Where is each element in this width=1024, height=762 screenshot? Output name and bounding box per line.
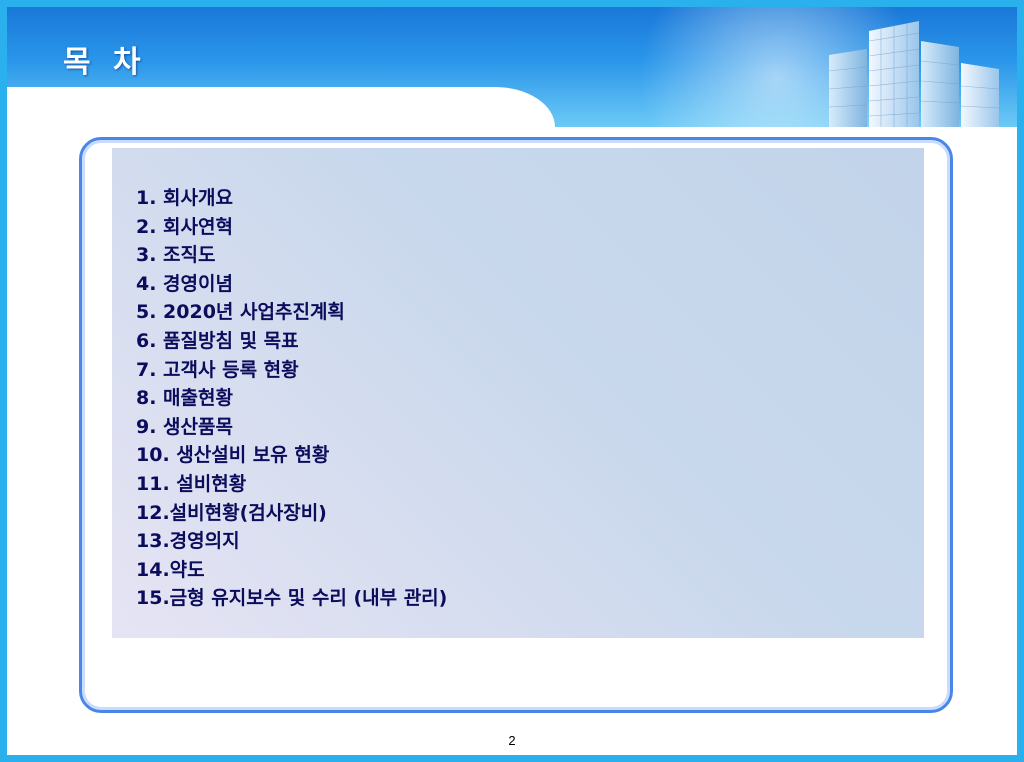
toc-item: 9. 생산품목 [136,415,233,438]
toc-item: 6. 품질방침 및 목표 [136,329,299,352]
toc-item: 5. 2020년 사업추진계획 [136,301,345,324]
toc-item: 12.설비현황(검사장비) [136,501,327,524]
header-curve [7,87,555,127]
toc-item: 13.경영의지 [136,530,240,553]
toc-item: 14.약도 [136,558,205,581]
toc-item: 2. 회사연혁 [136,215,233,238]
page-number: 2 [508,733,516,748]
building-skyline-image [828,21,1000,127]
header-banner: 목 차 [7,7,1017,127]
toc-item: 1. 회사개요 [136,187,233,209]
toc-list: 1. 회사개요 2. 회사연혁 3. 조직도 4. 경영이념 5. 2020년 … [136,184,447,613]
toc-item: 7. 고객사 등록 현황 [136,358,299,381]
toc-item: 15.금형 유지보수 및 수리 (내부 관리) [136,587,448,610]
toc-item: 3. 조직도 [136,244,216,267]
toc-item: 4. 경영이념 [136,272,233,295]
toc-panel: 1. 회사개요 2. 회사연혁 3. 조직도 4. 경영이념 5. 2020년 … [112,148,924,638]
slide: 목 차 1. 회사개요 2. 회사연혁 3. 조직도 4. 경영이념 5. 20… [0,0,1024,762]
toc-item: 8. 매출현황 [136,387,233,410]
toc-item: 10. 생산설비 보유 현황 [136,444,330,467]
toc-item: 11. 설비현황 [136,472,247,495]
slide-title: 목 차 [63,45,147,80]
